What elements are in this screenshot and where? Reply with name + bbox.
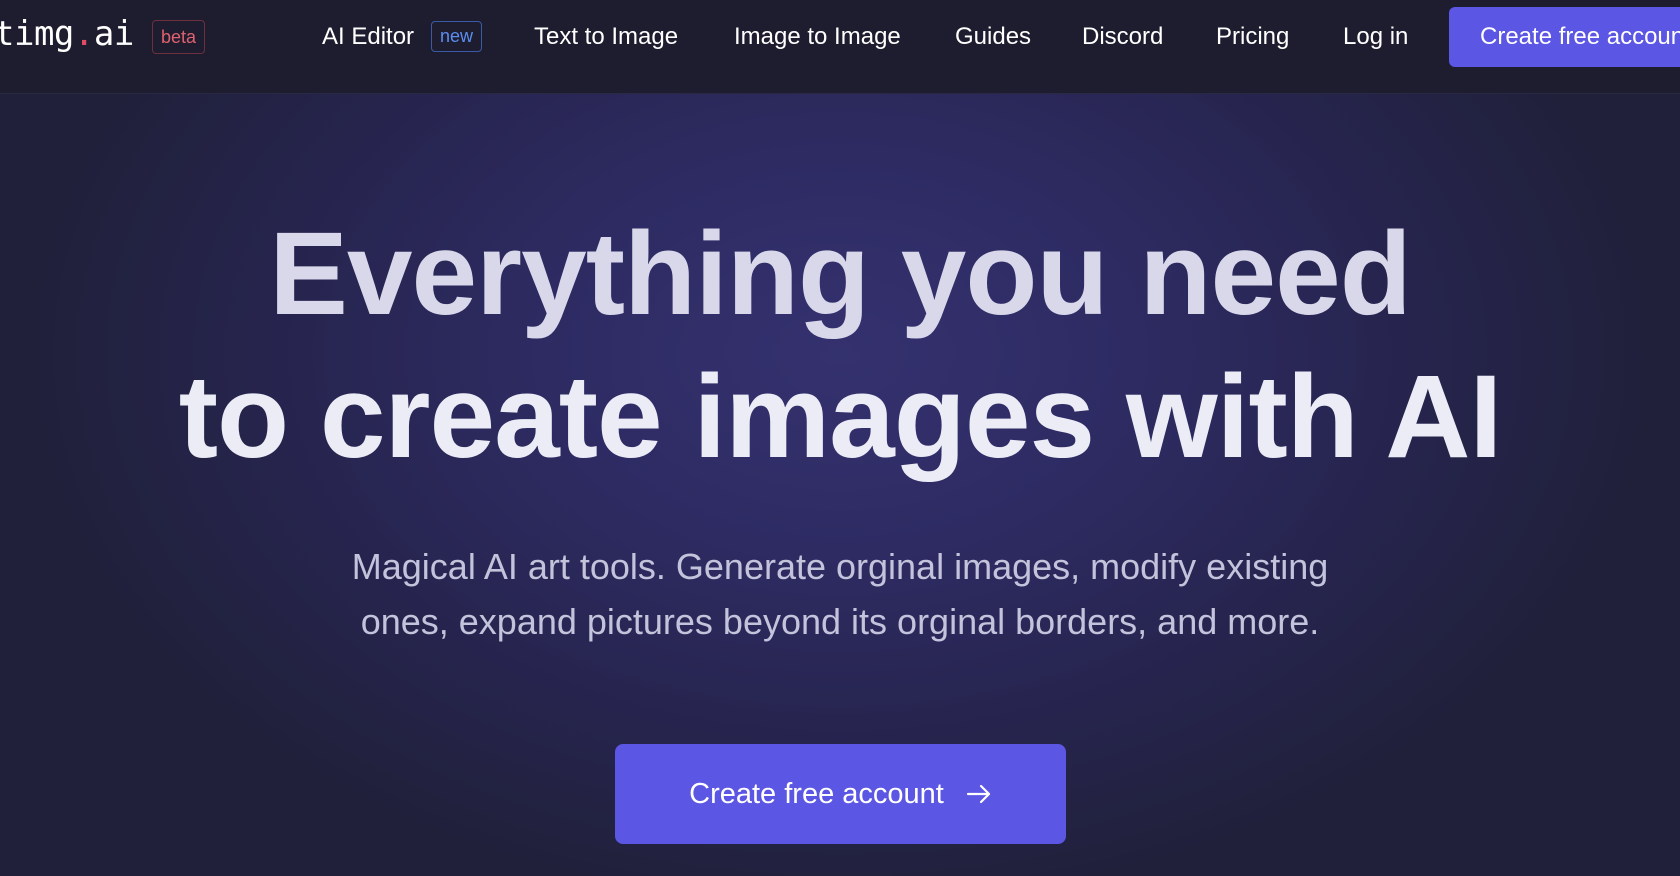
hero-subtitle-line2: ones, expand pictures beyond its orginal… [360, 601, 1320, 642]
hero-create-account-button[interactable]: Create free account [615, 744, 1066, 844]
logo-dot: . [73, 14, 94, 54]
nav-link-text-to-image[interactable]: Text to Image [534, 21, 678, 53]
nav-link-image-to-image[interactable]: Image to Image [734, 21, 901, 53]
hero-subtitle-line1: Magical AI art tools. Generate orginal i… [351, 546, 1329, 587]
logo-tld-text: ai [93, 14, 134, 54]
nav-link-pricing[interactable]: Pricing [1216, 21, 1289, 53]
nav-link-discord[interactable]: Discord [1082, 21, 1163, 53]
nav-link-ai-editor[interactable]: AI Editor [322, 21, 414, 53]
nav-create-account-button[interactable]: Create free account [1449, 7, 1680, 67]
hero-section: Everything you need to create images wit… [0, 94, 1680, 876]
site-logo[interactable]: timg.ai [0, 14, 134, 54]
hero-headline-line2: to create images with AI [178, 351, 1502, 483]
arrow-right-icon [966, 784, 990, 804]
landing-page: timg.ai beta AI Editor new Text to Image… [0, 0, 1680, 876]
nav-link-guides[interactable]: Guides [955, 21, 1031, 53]
logo-main-text: timg [0, 14, 74, 54]
hero-cta-label: Create free account [689, 777, 944, 810]
beta-badge: beta [152, 20, 206, 54]
nav-link-log-in[interactable]: Log in [1343, 21, 1408, 53]
new-badge: new [431, 21, 483, 52]
hero-headline-line1: Everything you need [269, 208, 1412, 340]
top-navigation: timg.ai beta AI Editor new Text to Image… [0, 0, 1680, 94]
